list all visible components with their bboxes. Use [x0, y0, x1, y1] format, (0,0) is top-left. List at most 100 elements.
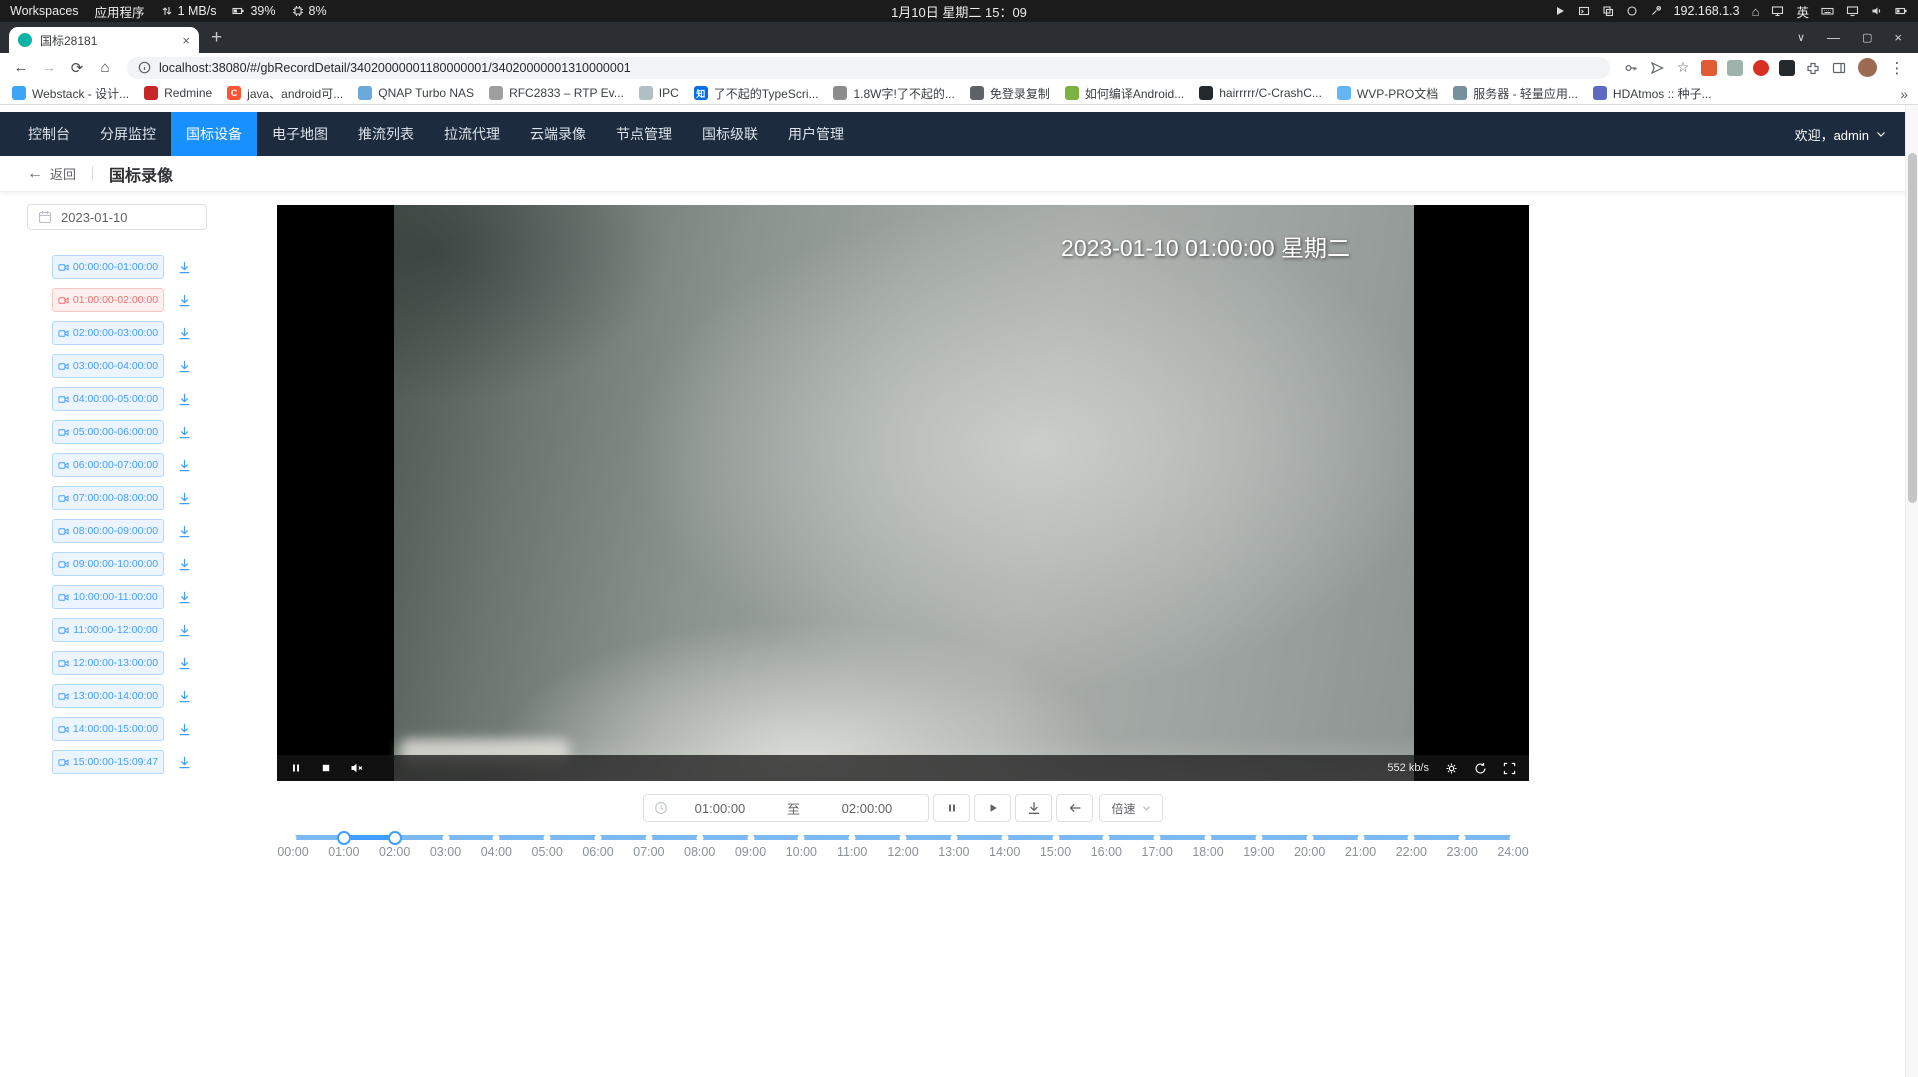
applications-button[interactable]: 应用程序	[95, 2, 145, 21]
seek-back-button[interactable]	[1056, 794, 1093, 822]
extension-icon[interactable]	[1779, 60, 1795, 76]
bookmark[interactable]: 知 了不起的TypeScri...	[694, 85, 819, 102]
bookmark[interactable]: RFC2833 – RTP Ev...	[489, 86, 624, 100]
nav-tab[interactable]: 分屏监控	[85, 112, 171, 156]
segment-play-button[interactable]: 05:00:00-06:00:00	[52, 420, 164, 444]
video-player[interactable]: 2023-01-10 01:00:00 星期二 552 kb/s	[277, 205, 1529, 781]
bookmark-star-icon[interactable]: ☆	[1671, 59, 1695, 76]
nav-tab[interactable]: 节点管理	[601, 112, 687, 156]
browser-tab[interactable]: 国标28181 ×	[9, 27, 199, 53]
tab-search-icon[interactable]: ∨	[1797, 31, 1805, 44]
download-button[interactable]	[1015, 794, 1052, 822]
nav-tab[interactable]: 拉流代理	[429, 112, 515, 156]
bookmark[interactable]: 1.8W字!了不起的...	[833, 85, 954, 102]
segment-play-button[interactable]: 03:00:00-04:00:00	[52, 354, 164, 378]
window-restore-button[interactable]: ▢	[1862, 31, 1872, 44]
bookmark[interactable]: HDAtmos :: 种子...	[1593, 85, 1712, 102]
time-range-picker[interactable]: 01:00:00 至 02:00:00	[643, 794, 929, 822]
bookmark[interactable]: 免登录复制	[970, 85, 1050, 102]
address-bar[interactable]: localhost:38080/#/gbRecordDetail/3402000…	[127, 57, 1610, 79]
bookmark[interactable]: hairrrrr/C-CrashC...	[1199, 86, 1322, 100]
segment-play-button[interactable]: 10:00:00-11:00:00	[52, 585, 164, 609]
screen-icon[interactable]	[1846, 5, 1859, 17]
extension-icon[interactable]	[1727, 60, 1743, 76]
scrollbar-thumb[interactable]	[1908, 153, 1917, 503]
browser-reload-button[interactable]: ⟳	[64, 59, 90, 77]
volume-icon[interactable]	[1871, 5, 1883, 17]
profile-avatar[interactable]	[1858, 58, 1877, 77]
site-info-icon[interactable]	[138, 61, 151, 74]
segment-play-button[interactable]: 02:00:00-03:00:00	[52, 321, 164, 345]
new-tab-button[interactable]: +	[211, 28, 222, 47]
extensions-puzzle-icon[interactable]	[1801, 61, 1825, 75]
segment-download-button[interactable]	[178, 459, 191, 472]
end-time-value[interactable]: 02:00:00	[815, 801, 918, 816]
browser-menu-icon[interactable]: ⋮	[1884, 59, 1910, 77]
segment-download-button[interactable]	[178, 756, 191, 769]
nav-tab[interactable]: 推流列表	[343, 112, 429, 156]
timeline-track[interactable]	[293, 835, 1513, 840]
browser-home-button[interactable]: ⌂	[92, 59, 118, 76]
segment-download-button[interactable]	[178, 492, 191, 505]
segment-download-button[interactable]	[178, 426, 191, 439]
nav-tab[interactable]: 用户管理	[773, 112, 859, 156]
bookmark[interactable]: 服务器 - 轻量应用...	[1453, 85, 1578, 102]
nav-tab[interactable]: 电子地图	[257, 112, 343, 156]
nav-tab[interactable]: 云端录像	[515, 112, 601, 156]
timeline-end-handle[interactable]	[388, 831, 402, 845]
bookmark[interactable]: WVP-PRO文档	[1337, 85, 1438, 102]
playback-timeline[interactable]: 00:0001:0002:0003:0004:0005:0006:0007:00…	[293, 828, 1513, 873]
pause-button[interactable]	[933, 794, 970, 822]
nav-tab[interactable]: 国标设备	[171, 112, 257, 156]
segment-download-button[interactable]	[178, 657, 191, 670]
bookmark[interactable]: 如何编译Android...	[1065, 85, 1184, 102]
timeline-start-handle[interactable]	[337, 831, 351, 845]
share-icon[interactable]	[1645, 61, 1669, 75]
player-refresh-button[interactable]	[1474, 762, 1487, 775]
bookmark[interactable]: Redmine	[144, 86, 212, 100]
segment-download-button[interactable]	[178, 624, 191, 637]
media-play-icon[interactable]	[1554, 5, 1566, 17]
back-button[interactable]: 返回	[50, 164, 76, 183]
bookmark[interactable]: IPC	[639, 86, 679, 100]
play-button[interactable]	[974, 794, 1011, 822]
segment-play-button[interactable]: 08:00:00-09:00:00	[52, 519, 164, 543]
segment-play-button[interactable]: 00:00:00-01:00:00	[52, 255, 164, 279]
home-icon[interactable]: ⌂	[1752, 4, 1760, 19]
segment-download-button[interactable]	[178, 327, 191, 340]
password-key-icon[interactable]	[1619, 61, 1643, 75]
segment-play-button[interactable]: 01:00:00-02:00:00	[52, 288, 164, 312]
date-picker[interactable]: 2023-01-10	[27, 204, 207, 230]
battery-tray-icon[interactable]	[1895, 5, 1908, 17]
player-pause-button[interactable]	[290, 762, 302, 774]
display-icon[interactable]	[1771, 5, 1784, 17]
segment-download-button[interactable]	[178, 525, 191, 538]
copy-icon[interactable]	[1602, 5, 1614, 17]
segment-play-button[interactable]: 15:00:00-15:09:47	[52, 750, 164, 774]
extension-icon[interactable]	[1753, 60, 1769, 76]
tab-close-icon[interactable]: ×	[182, 33, 190, 48]
nav-tab[interactable]: 控制台	[13, 112, 85, 156]
browser-forward-button[interactable]: →	[36, 59, 62, 76]
bookmark[interactable]: QNAP Turbo NAS	[358, 86, 474, 100]
segment-download-button[interactable]	[178, 690, 191, 703]
segment-play-button[interactable]: 11:00:00-12:00:00	[52, 618, 164, 642]
segment-play-button[interactable]: 14:00:00-15:00:00	[52, 717, 164, 741]
back-arrow-icon[interactable]: ←	[27, 165, 43, 183]
segment-play-button[interactable]: 07:00:00-08:00:00	[52, 486, 164, 510]
segment-download-button[interactable]	[178, 393, 191, 406]
nav-tab[interactable]: 国标级联	[687, 112, 773, 156]
browser-back-button[interactable]: ←	[8, 59, 34, 76]
keyboard-icon[interactable]	[1821, 5, 1834, 17]
clock[interactable]: 1月10日 星期二 15：09	[891, 2, 1027, 21]
segment-download-button[interactable]	[178, 591, 191, 604]
segment-download-button[interactable]	[178, 294, 191, 307]
segment-play-button[interactable]: 04:00:00-05:00:00	[52, 387, 164, 411]
record-icon[interactable]	[1626, 5, 1638, 17]
tools-icon[interactable]	[1650, 5, 1662, 17]
extension-icon[interactable]	[1701, 60, 1717, 76]
segment-download-button[interactable]	[178, 261, 191, 274]
workspaces-button[interactable]: Workspaces	[10, 4, 79, 18]
terminal-icon[interactable]	[1578, 5, 1590, 17]
start-time-value[interactable]: 01:00:00	[668, 801, 771, 816]
